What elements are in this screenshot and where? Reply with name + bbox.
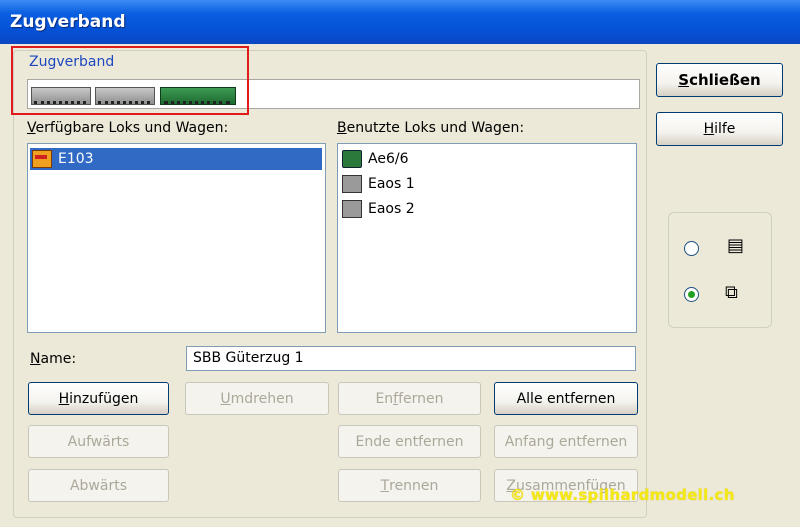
- available-list[interactable]: E103: [27, 143, 326, 333]
- list-item[interactable]: Ae6/6: [340, 148, 408, 170]
- down-button[interactable]: Abwärts: [28, 469, 169, 502]
- tile-view-radio[interactable]: [684, 287, 699, 302]
- up-button[interactable]: Aufwärts: [28, 425, 169, 458]
- list-view-icon[interactable]: ▤: [727, 236, 745, 256]
- reverse-button[interactable]: Umdrehen: [185, 382, 329, 415]
- list-view-radio[interactable]: [684, 241, 699, 256]
- remove-start-button[interactable]: Anfang entfernen: [494, 425, 638, 458]
- list-item-label: Eaos 2: [368, 201, 415, 217]
- add-button[interactable]: Hinzufügen: [28, 382, 169, 415]
- watermark: © www.spilhardmodell.ch: [510, 486, 735, 504]
- remove-button[interactable]: En f fernen: [338, 382, 481, 415]
- title-bar[interactable]: Zugverband: [0, 0, 800, 44]
- dialog-window: Zugverband Zugverband Verfügbare Loks un…: [0, 0, 800, 527]
- help-button[interactable]: Hilfe: [656, 112, 783, 146]
- available-label: Verfügbare Loks und Wagen:: [27, 120, 229, 136]
- tram-icon: [32, 150, 52, 168]
- split-button[interactable]: Trennen: [338, 469, 481, 502]
- wagon-icon: [342, 200, 362, 218]
- remove-all-button[interactable]: Alle entfernen: [494, 382, 638, 415]
- used-label: Benutzte Loks und Wagen:: [337, 120, 525, 136]
- list-item[interactable]: Eaos 1: [340, 173, 415, 195]
- locomotive-icon: [342, 150, 362, 168]
- name-label: Name:: [30, 351, 77, 367]
- close-button[interactable]: Schließen: [656, 63, 783, 97]
- list-item-label: E103: [58, 151, 94, 167]
- used-list[interactable]: Ae6/6 Eaos 1 Eaos 2: [337, 143, 637, 333]
- name-field[interactable]: SBB Güterzug 1: [186, 346, 636, 371]
- view-options-group: [668, 212, 772, 328]
- wagon-icon: [342, 175, 362, 193]
- list-item[interactable]: E103: [30, 148, 322, 170]
- window-title: Zugverband: [10, 12, 126, 32]
- list-item-label: Ae6/6: [368, 151, 409, 167]
- list-item[interactable]: Eaos 2: [340, 198, 415, 220]
- remove-end-button[interactable]: Ende entfernen: [338, 425, 481, 458]
- highlight-frame: [11, 46, 249, 115]
- radio-dot: [688, 291, 695, 298]
- tile-view-icon[interactable]: ⧉: [725, 283, 743, 303]
- list-item-label: Eaos 1: [368, 176, 415, 192]
